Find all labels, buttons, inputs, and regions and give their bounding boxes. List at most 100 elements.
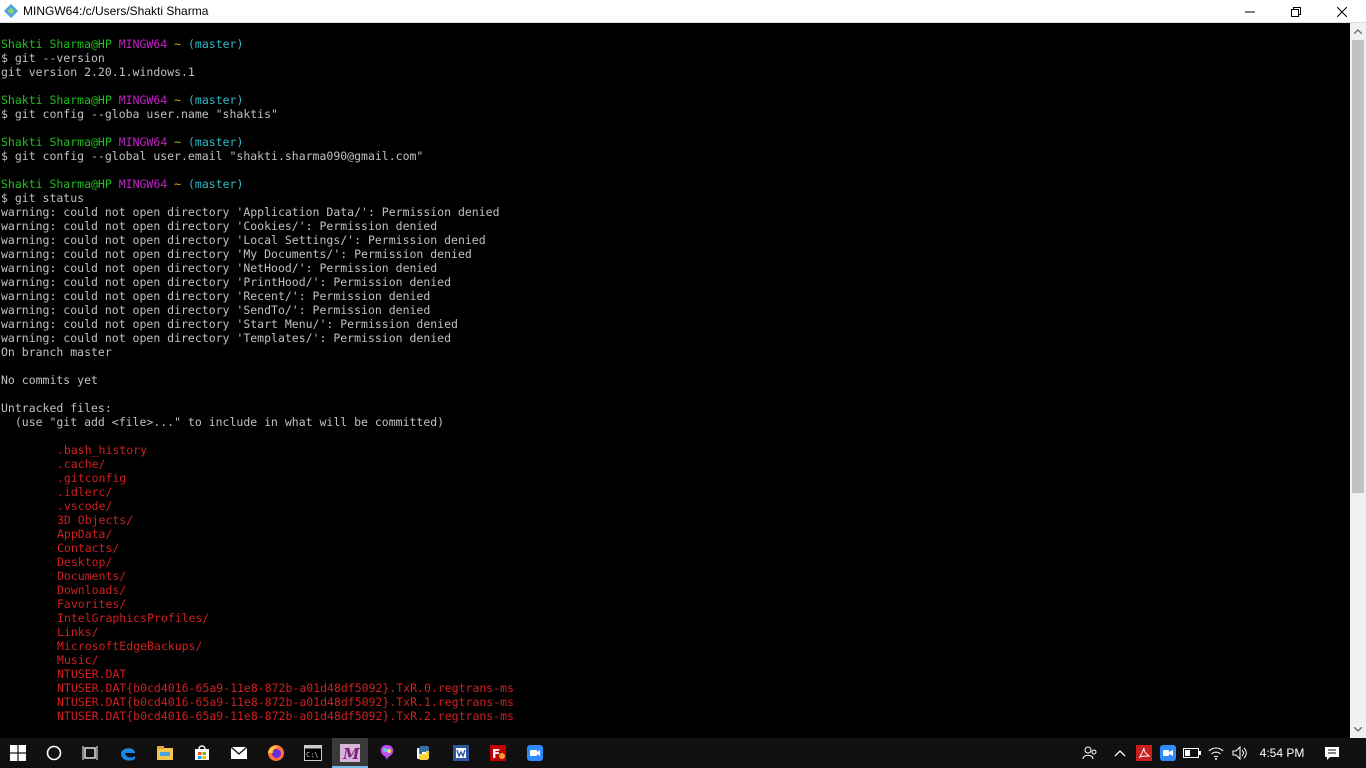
prompt-line: Shakti Sharma@HP MINGW64 ~ (master)	[1, 93, 1350, 107]
filezilla-icon[interactable]: F	[480, 738, 516, 768]
untracked-file: NTUSER.DAT{b0cd4016-65a9-11e8-872b-a01d4…	[57, 681, 514, 695]
acrobat-icon[interactable]	[1132, 738, 1156, 768]
prompt-user: Shakti Sharma@HP	[1, 177, 112, 191]
scroll-down-button[interactable]	[1350, 721, 1366, 738]
mail-icon[interactable]	[221, 738, 257, 768]
vertical-scrollbar[interactable]	[1350, 23, 1366, 738]
output-line: warning: could not open directory 'NetHo…	[1, 261, 438, 275]
paint3d-icon[interactable]	[369, 738, 405, 768]
prompt-branch: (master)	[188, 37, 244, 51]
prompt-path: ~	[174, 37, 182, 51]
terminal-output[interactable]: Shakti Sharma@HP MINGW64 ~ (master) $ git…	[0, 23, 1350, 738]
prompt-user: Shakti Sharma@HP	[1, 135, 112, 149]
untracked-file: NTUSER.DAT{b0cd4016-65a9-11e8-872b-a01d4…	[57, 709, 514, 723]
untracked-file: MicrosoftEdgeBackups/	[57, 639, 203, 653]
terminal-lines: Shakti Sharma@HP MINGW64 ~ (master) $ git…	[0, 23, 1350, 723]
chevron-up-icon[interactable]	[1108, 738, 1132, 768]
svg-text:F: F	[492, 747, 500, 761]
title-bar[interactable]: MINGW64:/c/Users/Shakti Sharma	[0, 0, 1366, 23]
python-idle-icon[interactable]	[406, 738, 442, 768]
firefox-icon[interactable]	[258, 738, 294, 768]
untracked-file: Links/	[57, 625, 99, 639]
untracked-file: .cache/	[57, 457, 106, 471]
prompt-user: Shakti Sharma@HP	[1, 37, 112, 51]
scroll-thumb[interactable]	[1352, 40, 1364, 493]
output-line: Untracked files:	[1, 401, 112, 415]
scroll-up-button[interactable]	[1350, 23, 1366, 40]
restore-button[interactable]	[1273, 0, 1319, 23]
prompt-shell: MINGW64	[118, 177, 168, 191]
output-line: warning: could not open directory 'Print…	[1, 275, 452, 289]
task-view-icon[interactable]	[72, 738, 108, 768]
output-line: git version 2.20.1.windows.1	[1, 65, 195, 79]
svg-text:M: M	[342, 745, 360, 762]
zoom-icon[interactable]	[517, 738, 553, 768]
output-line: warning: could not open directory 'Templ…	[1, 331, 452, 345]
output-line: (use "git add <file>..." to include in w…	[1, 415, 445, 429]
untracked-file: Documents/	[57, 569, 127, 583]
prompt-line: Shakti Sharma@HP MINGW64 ~ (master)	[1, 135, 1350, 149]
store-icon[interactable]	[184, 738, 220, 768]
file-explorer-icon[interactable]	[147, 738, 183, 768]
output-line: warning: could not open directory 'My Do…	[1, 247, 472, 261]
untracked-file: .gitconfig	[57, 471, 127, 485]
command-prompt-icon[interactable]: C:\	[295, 738, 331, 768]
zoom-tray-icon[interactable]	[1156, 738, 1180, 768]
edge-icon[interactable]	[110, 738, 146, 768]
prompt-branch: (master)	[188, 177, 244, 191]
prompt-path: ~	[174, 177, 182, 191]
cortana-search-icon[interactable]	[36, 738, 72, 768]
untracked-file: 3D Objects/	[57, 513, 134, 527]
untracked-file: .idlerc/	[57, 485, 113, 499]
output-line: $ git status	[1, 191, 85, 205]
output-line: No commits yet	[1, 373, 98, 387]
action-center-icon[interactable]	[1320, 738, 1344, 768]
volume-icon[interactable]	[1228, 738, 1252, 768]
prompt-path: ~	[174, 93, 182, 107]
untracked-file: NTUSER.DAT{b0cd4016-65a9-11e8-872b-a01d4…	[57, 695, 514, 709]
close-button[interactable]	[1319, 0, 1365, 23]
output-line: warning: could not open directory 'Recen…	[1, 289, 431, 303]
restore-icon	[1291, 6, 1301, 17]
output-line: $ git config --global user.email "shakti…	[1, 149, 424, 163]
output-line: On branch master	[1, 345, 112, 359]
chevron-up-icon	[1354, 29, 1362, 34]
output-line: warning: could not open directory 'Cooki…	[1, 219, 438, 233]
people-icon[interactable]	[1078, 738, 1102, 768]
untracked-file: Music/	[57, 653, 99, 667]
untracked-file: Contacts/	[57, 541, 120, 555]
git-bash-app-icon[interactable]	[3, 3, 19, 19]
window-title: MINGW64:/c/Users/Shakti Sharma	[23, 4, 209, 18]
prompt-path: ~	[174, 135, 182, 149]
svg-text:C:\: C:\	[306, 751, 319, 759]
windows-start-icon[interactable]	[0, 738, 36, 768]
untracked-file: .vscode/	[57, 499, 113, 513]
untracked-file: Downloads/	[57, 583, 127, 597]
minimize-button[interactable]	[1227, 0, 1273, 23]
writer-icon[interactable]	[443, 738, 479, 768]
taskbar: C:\ M F 4:54 PM	[0, 738, 1366, 768]
prompt-branch: (master)	[188, 93, 244, 107]
prompt-line: Shakti Sharma@HP MINGW64 ~ (master)	[1, 37, 1350, 51]
output-line: warning: could not open directory 'Start…	[1, 317, 458, 331]
untracked-file: IntelGraphicsProfiles/	[57, 611, 210, 625]
wifi-icon[interactable]	[1204, 738, 1228, 768]
untracked-file: NTUSER.DAT	[57, 667, 127, 681]
prompt-shell: MINGW64	[118, 93, 168, 107]
output-line: $ git --version	[1, 51, 105, 65]
mingw64-icon[interactable]: M	[332, 738, 368, 768]
clock-time[interactable]: 4:54 PM	[1256, 738, 1308, 768]
untracked-file: Favorites/	[57, 597, 127, 611]
prompt-shell: MINGW64	[118, 135, 168, 149]
output-line: $ git config --globa user.name "shaktis"	[1, 107, 278, 121]
battery-icon[interactable]	[1180, 738, 1204, 768]
output-line: warning: could not open directory 'Appli…	[1, 205, 500, 219]
prompt-shell: MINGW64	[118, 37, 168, 51]
close-icon	[1337, 6, 1347, 17]
